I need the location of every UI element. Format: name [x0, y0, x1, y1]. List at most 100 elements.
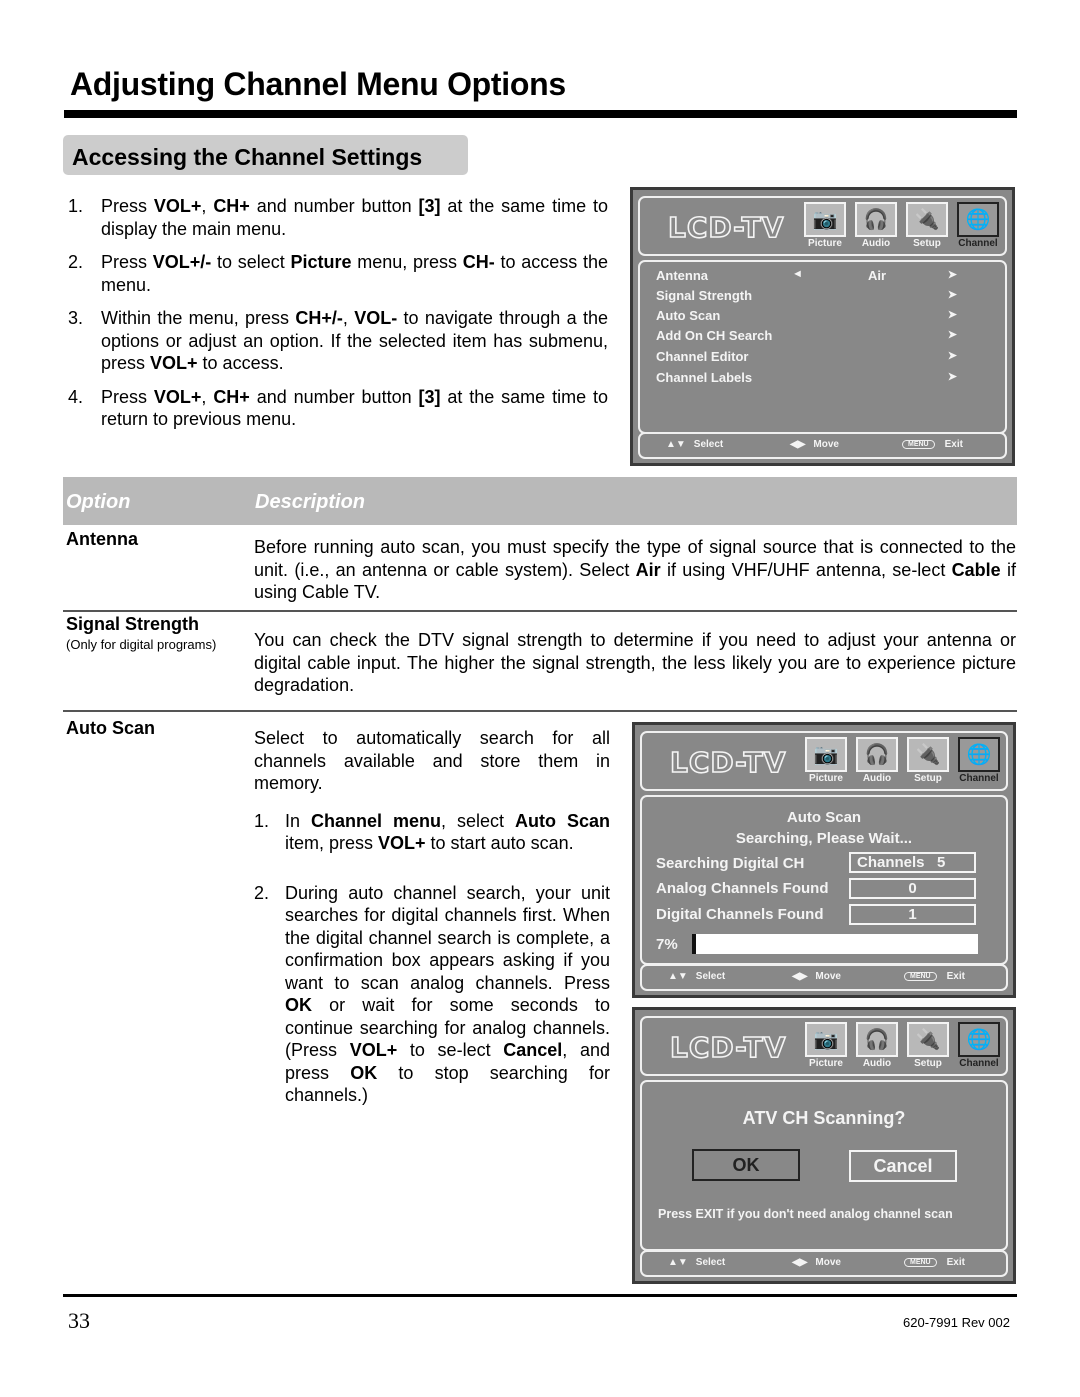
menu-item-antenna[interactable]: Antenna ◄ Air ➤ — [656, 268, 987, 288]
osd-header: LCD-TV 📷 Picture 🎧 Audio 🔌 Setup 🌐 Channel — [638, 196, 1007, 256]
scan-value: 0 — [849, 878, 976, 899]
scan-value: Channels 5 — [849, 852, 976, 873]
footer-rule — [63, 1294, 1017, 1297]
scan-title: Auto Scan — [786, 809, 862, 826]
osd-tab-label: Picture — [809, 1058, 843, 1069]
scan-label: Analog Channels Found — [656, 880, 829, 897]
arrow-right-icon: ➤ — [947, 269, 957, 281]
osd-tab-label: Audio — [861, 238, 891, 249]
osd-tab-audio[interactable]: 🎧 Audio — [853, 202, 899, 249]
scan-value: 1 — [849, 904, 976, 925]
arrow-right-icon: ➤ — [947, 309, 957, 321]
osd-header: LCD-TV 📷 Picture 🎧 Audio 🔌 Setup 🌐 Channel — [640, 731, 1008, 791]
progress-percent: 7% — [656, 936, 678, 953]
option-name-signal-strength: Signal Strength — [66, 614, 200, 634]
osd-tab-setup[interactable]: 🔌 Setup — [905, 1022, 951, 1069]
hint-move: ◀▶ Move — [790, 439, 839, 450]
row-divider — [63, 710, 1017, 712]
arrow-right-icon: ➤ — [947, 371, 957, 383]
atv-question: ATV CH Scanning? — [742, 1108, 906, 1128]
ok-button[interactable]: OK — [692, 1149, 800, 1181]
lcd-tv-logo: LCD-TV — [669, 745, 787, 780]
lcd-tv-logo: LCD-TV — [669, 1030, 787, 1065]
left-right-icon: ◀▶ — [792, 1257, 808, 1268]
arrow-right-icon: ➤ — [947, 350, 957, 362]
menu-key-icon: MENU — [904, 972, 937, 981]
hint-exit: MENU Exit — [902, 439, 963, 450]
progress-bar — [692, 934, 978, 954]
document-id: 620-7991 Rev 002 — [903, 1315, 1010, 1330]
osd-footer: ▲▼ Select ◀▶ Move MENU Exit — [640, 964, 1008, 991]
connector-icon: 🔌 — [907, 1022, 949, 1057]
osd-tab-label: Channel — [959, 773, 999, 784]
osd-footer: ▲▼ Select ◀▶ Move MENU Exit — [638, 432, 1007, 459]
header-description: Description — [255, 491, 366, 513]
connector-icon: 🔌 — [907, 737, 949, 772]
osd-tab-channel[interactable]: 🌐 Channel — [956, 737, 1002, 784]
osd-tab-picture[interactable]: 📷 Picture — [803, 737, 849, 784]
page-title: Adjusting Channel Menu Options — [70, 66, 566, 102]
osd-channel-menu: LCD-TV 📷 Picture 🎧 Audio 🔌 Setup 🌐 Channel Anten… — [630, 187, 1015, 466]
osd-atv-body: ATV CH Scanning? OK Cancel Press EXIT if… — [640, 1080, 1008, 1251]
menu-item-auto-scan[interactable]: Auto Scan ➤ — [656, 308, 987, 328]
option-name-antenna: Antenna — [66, 529, 138, 549]
osd-tab-label: Setup — [914, 1058, 942, 1069]
camera-icon: 📷 — [804, 202, 846, 237]
auto-scan-step: 1. In Channel menu, select Auto Scan item… — [254, 810, 610, 854]
arrow-left-icon: ◄ — [792, 268, 803, 280]
option-desc-signal-strength: You can check the DTV signal strength to… — [254, 630, 1016, 695]
globe-icon: 🌐 — [957, 202, 999, 237]
option-desc-auto-scan: Select to automatically search for all c… — [254, 728, 610, 1106]
osd-tab-label: Setup — [914, 773, 942, 784]
osd-tab-label: Audio — [862, 773, 892, 784]
step-item: 2. Press VOL+/- to select Picture menu, p… — [68, 252, 609, 295]
osd-tab-label: Picture — [809, 773, 843, 784]
osd-tab-picture[interactable]: 📷 Picture — [803, 1022, 849, 1069]
headphones-icon: 🎧 — [856, 737, 898, 772]
hint-select: ▲▼ Select — [668, 971, 726, 982]
osd-tab-channel[interactable]: 🌐 Channel — [956, 1022, 1002, 1069]
osd-tab-label: Channel — [958, 238, 998, 249]
osd-tab-audio[interactable]: 🎧 Audio — [854, 1022, 900, 1069]
progress-fill — [692, 934, 697, 954]
page-number: 33 — [68, 1308, 90, 1333]
osd-header: LCD-TV 📷 Picture 🎧 Audio 🔌 Setup 🌐 Channel — [640, 1016, 1008, 1076]
row-divider — [63, 610, 1017, 612]
left-right-icon: ◀▶ — [790, 439, 806, 450]
scan-subtitle: Searching, Please Wait... — [735, 830, 913, 847]
section-title: Accessing the Channel Settings — [72, 144, 423, 170]
option-note-signal-strength: (Only for digital programs) — [66, 637, 217, 652]
auto-scan-step: 2. During auto channel search, your unit … — [254, 882, 610, 1106]
hint-select: ▲▼ Select — [666, 439, 724, 450]
scan-label: Digital Channels Found — [656, 906, 824, 923]
osd-tab-setup[interactable]: 🔌 Setup — [904, 202, 950, 249]
menu-item-add-on-ch-search[interactable]: Add On CH Search ➤ — [656, 328, 987, 348]
osd-tab-label: Channel — [959, 1058, 999, 1069]
connector-icon: 🔌 — [906, 202, 948, 237]
scan-label: Searching Digital CH — [656, 855, 805, 872]
hint-move: ◀▶ Move — [792, 1257, 841, 1268]
osd-menu-body: Antenna ◄ Air ➤ Signal Strength ➤ Auto Scan ➤… — [638, 260, 1007, 434]
menu-item-channel-editor[interactable]: Channel Editor ➤ — [656, 349, 987, 369]
osd-auto-scan: LCD-TV 📷 Picture 🎧 Audio 🔌 Setup 🌐 Channel Auto … — [632, 722, 1016, 998]
osd-tab-picture[interactable]: 📷 Picture — [802, 202, 848, 249]
camera-icon: 📷 — [805, 1022, 847, 1057]
menu-item-channel-labels[interactable]: Channel Labels ➤ — [656, 370, 987, 390]
osd-atv-confirm: LCD-TV 📷 Picture 🎧 Audio 🔌 Setup 🌐 Channel ATV C… — [632, 1007, 1016, 1284]
menu-item-signal-strength[interactable]: Signal Strength ➤ — [656, 288, 987, 308]
osd-tab-audio[interactable]: 🎧 Audio — [854, 737, 900, 784]
hint-exit: MENU Exit — [904, 1257, 965, 1268]
osd-tab-setup[interactable]: 🔌 Setup — [905, 737, 951, 784]
cancel-button[interactable]: Cancel — [849, 1150, 957, 1182]
osd-footer: ▲▼ Select ◀▶ Move MENU Exit — [640, 1250, 1008, 1277]
menu-key-icon: MENU — [904, 1258, 937, 1267]
osd-tab-channel[interactable]: 🌐 Channel — [955, 202, 1001, 249]
title-rule — [64, 110, 1017, 118]
osd-tab-label: Picture — [808, 238, 842, 249]
arrow-right-icon: ➤ — [947, 289, 957, 301]
hint-select: ▲▼ Select — [668, 1257, 726, 1268]
headphones-icon: 🎧 — [856, 1022, 898, 1057]
up-down-icon: ▲▼ — [666, 439, 686, 450]
option-name-auto-scan: Auto Scan — [66, 718, 156, 738]
header-option: Option — [66, 491, 131, 513]
